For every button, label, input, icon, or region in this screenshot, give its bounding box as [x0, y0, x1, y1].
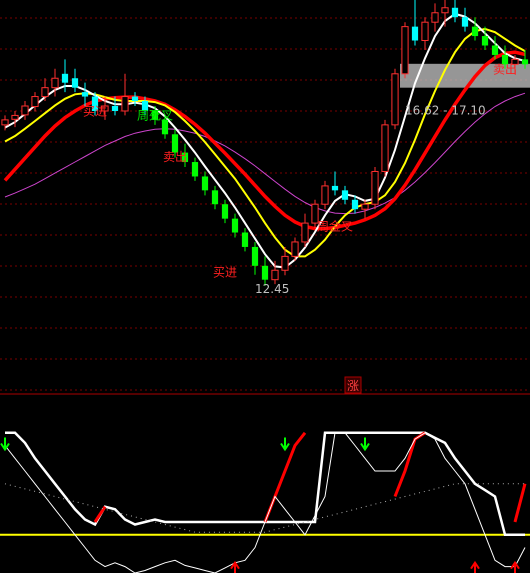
candle-body — [321, 185, 329, 205]
candle-body — [241, 232, 249, 247]
signal-annotation: 买进 — [83, 104, 107, 118]
badge-label: 涨 — [347, 378, 359, 393]
candle — [331, 171, 339, 196]
up-arrow-icon — [470, 560, 480, 573]
candle — [201, 171, 209, 196]
candle-body — [201, 176, 209, 191]
candle-body — [391, 73, 399, 126]
candle — [431, 3, 439, 32]
candle-body — [401, 26, 409, 75]
candle — [81, 82, 89, 106]
signal-annotation: 卖出 — [493, 62, 517, 76]
candle-body — [301, 222, 309, 243]
down-arrow-icon — [0, 437, 10, 452]
candle — [371, 167, 379, 210]
candle — [451, 0, 459, 23]
candle-body — [381, 124, 389, 172]
candle-body — [351, 199, 359, 210]
price-label: 12.45 — [255, 282, 289, 296]
candle-body — [521, 59, 529, 65]
candle — [391, 68, 399, 130]
candle-body — [111, 105, 119, 111]
indicator-badge: 涨 — [344, 376, 362, 394]
candle-body — [221, 204, 229, 219]
candle — [41, 78, 49, 101]
dotted-line — [4, 483, 525, 533]
candle — [361, 199, 369, 219]
candle — [321, 180, 329, 210]
candle-body — [451, 7, 459, 18]
candle-body — [81, 92, 89, 97]
candle — [1, 115, 9, 131]
candle-body — [121, 96, 129, 112]
candle-body — [251, 246, 259, 266]
candle-body — [31, 96, 39, 108]
candle — [221, 199, 229, 224]
candle-body — [191, 162, 199, 177]
candle-body — [461, 17, 469, 27]
ma_mid-line — [4, 27, 526, 258]
candle — [301, 213, 309, 247]
d_line-line — [4, 432, 526, 573]
candle-body — [361, 203, 369, 210]
candle-body — [231, 218, 239, 233]
candle-body — [291, 241, 299, 257]
candle — [211, 185, 219, 210]
candle-body — [421, 21, 429, 42]
candle-body — [441, 7, 449, 14]
annotations: 买进 周死叉卖出周金叉买进卖出 — [83, 62, 517, 279]
moving-average-lines — [3, 12, 526, 269]
price-label: 16.62 - 17.10 — [405, 103, 486, 117]
candle — [421, 17, 429, 50]
down-arrow-icon — [280, 437, 290, 452]
candle-body — [51, 77, 59, 89]
candle-body — [71, 78, 79, 88]
signal-annotation: 周金叉 — [317, 218, 353, 233]
candle-body — [261, 265, 269, 280]
candle-body — [11, 114, 19, 120]
candle — [461, 7, 469, 32]
candle-body — [471, 26, 479, 37]
stock-chart: 买进 周死叉卖出周金叉买进卖出 16.62 - 17.1012.45 涨 — [0, 0, 530, 573]
candle — [381, 119, 389, 177]
candle-body — [21, 105, 29, 116]
signal-annotation: 周死叉 — [137, 108, 173, 122]
signal-annotation: 卖出 — [163, 150, 187, 164]
down-arrow-icon — [360, 437, 370, 452]
candle-body — [211, 190, 219, 205]
candle — [71, 68, 79, 93]
candle-body — [411, 26, 419, 41]
candle — [121, 73, 129, 116]
candle-body — [431, 12, 439, 23]
candle-body — [481, 36, 489, 46]
candle-body — [281, 255, 289, 271]
candle-body — [41, 87, 49, 98]
candle — [31, 92, 39, 112]
candle-body — [61, 73, 69, 83]
candle — [401, 22, 409, 79]
candle-body — [131, 96, 139, 101]
candle — [21, 100, 29, 120]
candle-body — [341, 190, 349, 200]
candle-body — [271, 269, 279, 281]
candle — [241, 228, 249, 252]
candle — [231, 213, 239, 238]
up-arrow-icon — [510, 560, 520, 573]
candle-body — [1, 119, 9, 126]
candle-body — [491, 45, 499, 55]
candle — [411, 0, 419, 46]
candlesticks — [1, 0, 529, 286]
candle — [341, 185, 349, 205]
candle-body — [371, 170, 379, 205]
ma_fast-line — [4, 12, 526, 269]
candle — [191, 157, 199, 181]
candle-body — [331, 185, 339, 191]
candle — [11, 110, 19, 128]
indicator-panel — [0, 431, 530, 573]
candle — [251, 241, 259, 275]
signal-annotation: 买进 — [213, 265, 237, 279]
